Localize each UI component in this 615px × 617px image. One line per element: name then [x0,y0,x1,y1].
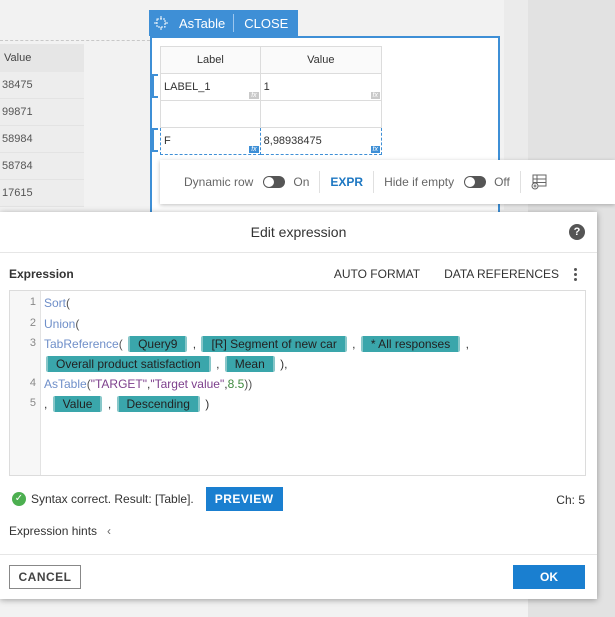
table-cell-selected[interactable]: Ffx [160,127,261,155]
toolbar-divider [519,171,521,193]
check-icon: ✓ [12,492,26,506]
hints-label: Expression hints [9,524,98,538]
reference-token[interactable]: [R] Segment of new car [201,336,347,352]
cell-text: LABEL_1 [164,81,211,93]
reference-token[interactable]: Value [52,396,103,412]
string-literal: "Target value" [150,377,225,391]
cell-text: F [164,135,171,147]
chevron-left-icon[interactable]: ‹ [107,524,111,538]
hide-if-empty-toggle[interactable] [464,176,487,188]
line-number: 4 [29,377,36,389]
code-line-3: TabReference( Query9 , [R] Segment of ne… [44,336,469,352]
astable-preview-table: Label Value LABEL_1fx 1 fx Ffx 8,98938475… [160,46,383,155]
fx-icon[interactable]: fx [370,92,380,99]
syntax-status: ✓ Syntax correct. Result: [Table]. PREVI… [12,487,283,511]
code-line-2: Union( [44,317,80,331]
dashed-guide [0,40,150,41]
dialog-footer: CANCEL OK [0,554,597,599]
dynamic-row-label: Dynamic row [184,175,254,189]
reference-token[interactable]: Query9 [128,336,188,352]
reference-token[interactable]: Overall product satisfaction [46,356,211,372]
ok-button[interactable]: OK [513,565,585,589]
expression-editor[interactable]: 1 2 3 4 5 Sort( Union( TabReference( Que… [9,290,586,476]
table-settings-icon[interactable] [531,172,549,193]
close-widget-button[interactable]: CLOSE [234,16,298,31]
expression-hints-toggle[interactable]: Expression hints ‹ [9,524,111,538]
expression-header: Expression AUTO FORMAT DATA REFERENCES [9,264,577,284]
column-header-label: Label [160,46,261,74]
dialog-title: Edit expression [0,212,597,253]
fx-icon[interactable]: fx [370,146,380,153]
string-literal: "TARGET" [90,377,147,391]
cell-text: 8,98938475 [263,135,322,147]
background-table: Value 38475 99871 58984 58784 17615 [0,44,84,207]
function-name: TabReference [44,337,119,351]
table-cell[interactable] [160,100,261,128]
line-number-gutter: 1 2 3 4 5 [10,291,41,475]
column-header-value: Value [259,46,383,74]
floating-toolbar: Dynamic row On EXPR Hide if empty Off [160,160,615,204]
ch-label: Ch: [556,493,575,507]
hide-if-empty-label: Hide if empty [384,175,455,189]
toolbar-divider [373,171,375,193]
function-name: Union [44,317,76,331]
hide-if-empty-state: Off [494,175,510,189]
table-cell[interactable] [259,100,383,128]
table-cell-selected[interactable]: 8,98938475 fx [259,127,383,155]
toolbar-divider [319,171,321,193]
table-cell[interactable]: LABEL_1fx [160,73,261,101]
line-number: 5 [29,397,36,409]
row-bracket [152,74,158,98]
cell-text: 1 [263,81,270,93]
dynamic-row-state: On [293,175,310,189]
fx-icon[interactable]: fx [249,92,259,99]
move-handle-icon[interactable] [149,16,173,30]
function-name: Sort [44,296,67,310]
line-number: 1 [29,296,36,308]
status-text: Syntax correct. Result: [Table]. [31,492,194,506]
character-position: Ch: 5 [556,493,585,507]
more-options-icon[interactable] [573,267,577,281]
code-line-3-wrap: Overall product satisfaction , Mean ), [44,356,287,372]
help-icon[interactable]: ? [569,224,585,240]
background-table-cell: 58984 [0,126,84,153]
expr-button[interactable]: EXPR [330,175,363,189]
background-table-cell: 99871 [0,99,84,126]
line-number: 3 [29,337,36,349]
background-table-header: Value [0,44,84,72]
function-name: AsTable [44,377,87,391]
ch-value: 5 [578,493,585,507]
dynamic-row-toggle[interactable] [263,176,286,188]
code-line-1: Sort( [44,296,71,310]
expression-label: Expression [9,267,74,281]
number-literal: 8.5 [227,377,245,391]
cancel-button[interactable]: CANCEL [9,565,81,589]
code-line-5: , Value , Descending ) [44,396,210,412]
astable-widget-bar: AsTable CLOSE [149,10,299,36]
auto-format-button[interactable]: AUTO FORMAT [334,267,420,281]
reference-token[interactable]: Descending [116,396,200,412]
code-line-4: AsTable("TARGET","Target value",8.5)) [44,377,253,391]
row-bracket [152,128,158,152]
widget-title: AsTable [179,15,226,31]
data-references-button[interactable]: DATA REFERENCES [444,267,559,281]
fx-icon[interactable]: fx [249,146,259,153]
preview-button[interactable]: PREVIEW [205,487,283,511]
background-table-cell: 58784 [0,153,84,180]
line-number: 2 [29,317,36,329]
reference-token[interactable]: Mean [224,356,275,372]
edit-expression-dialog: Edit expression ? Expression AUTO FORMAT… [0,212,597,599]
table-cell[interactable]: 1 fx [259,73,383,101]
background-table-cell: 38475 [0,72,84,99]
reference-token[interactable]: * All responses [360,336,461,352]
background-table-cell: 17615 [0,180,84,207]
